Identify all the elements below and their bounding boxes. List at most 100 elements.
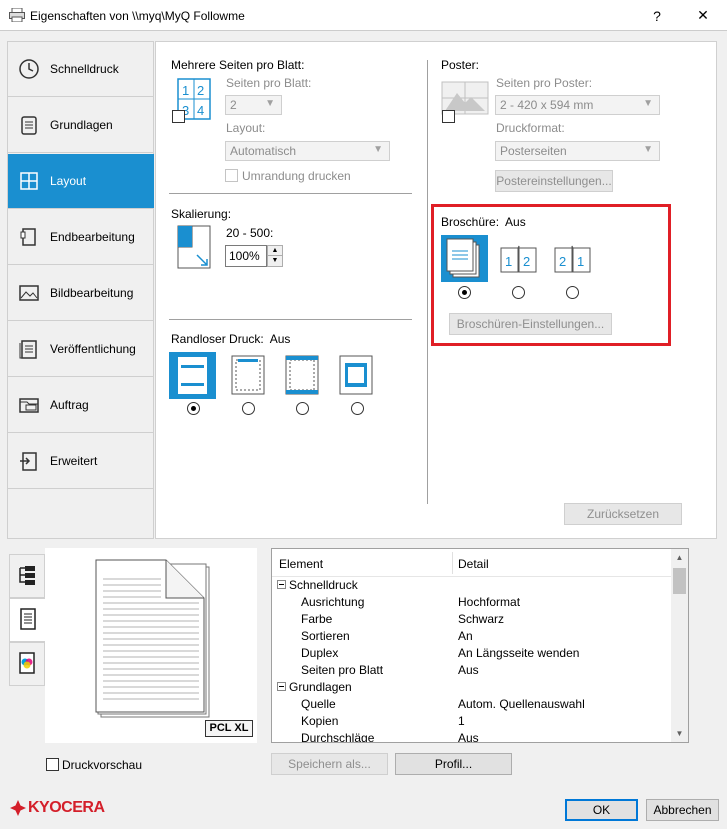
booklet-highlight [431,204,671,346]
sidebar-item-label: Veröffentlichung [50,342,136,356]
title-bar: Eigenschaften von \\myq\MyQ Followme ? ✕ [0,0,727,31]
scaling-title: Skalierung: [171,207,232,221]
sidebar-item-schnelldruck[interactable]: Schnelldruck [8,42,154,97]
page-preview: PCL XL [45,548,257,743]
scaling-icon [177,225,213,272]
close-button[interactable]: ✕ [680,0,726,31]
sidebar-item-label: Layout [50,174,87,188]
color-icon [19,651,35,677]
sidebar-item-label: Endbearbeitung [50,230,135,244]
table-row: Quelle Autom. Quellenauswahl [301,697,585,711]
sidebar-item-auftrag[interactable]: Auftrag [8,378,154,433]
borderless-radio-4[interactable] [351,402,364,415]
brand-name: KYOCERA [28,799,105,816]
sidebar-item-veroeffentlichung[interactable]: Veröffentlichung [8,322,154,377]
multi-page-checkbox[interactable] [172,110,185,123]
table-row: Ausrichtung Hochformat [301,595,521,609]
sidebar-item-endbearbeitung[interactable]: Endbearbeitung [8,210,154,265]
sidebar: Schnelldruck Grundlagen Layout Endbearbe… [7,41,154,539]
table-row: Farbe Schwarz [301,612,505,626]
borderless-option-4[interactable] [339,355,373,395]
sidebar-item-layout[interactable]: Layout [8,154,154,209]
tree-icon [17,564,37,589]
borderless-option-3[interactable] [285,355,319,395]
publication-icon [18,338,40,360]
borderless-option-2[interactable] [231,355,265,395]
layout-label: Layout: [226,121,266,135]
staple-icon [18,226,40,248]
print-preview-label: Druckvorschau [62,758,143,772]
borderless-radio-1[interactable] [187,402,200,415]
column-element[interactable]: Element [279,557,323,571]
poster-settings-button[interactable]: Postereinstellungen... [495,170,613,192]
sidebar-item-bildbearbeitung[interactable]: Bildbearbeitung [8,266,154,321]
help-button[interactable]: ? [634,0,680,31]
job-icon [18,394,40,416]
tab-color[interactable] [9,642,45,686]
sidebar-item-label: Grundlagen [50,118,113,132]
svg-text:1: 1 [182,83,189,98]
pages-per-sheet-select[interactable]: 2 ▼ [225,95,282,115]
table-row: Durchschläge Aus [301,731,479,743]
tab-summary-tree[interactable] [9,554,45,598]
summary-scrollbar[interactable]: ▲ ▼ [671,549,688,742]
svg-text:4: 4 [197,103,204,118]
table-row: Seiten pro Blatt Aus [301,663,479,677]
profile-button[interactable]: Profil... [395,753,512,775]
poster-checkbox[interactable] [442,110,455,123]
collapse-icon[interactable] [277,580,286,589]
scroll-down-icon[interactable]: ▼ [671,725,688,742]
summary-header: Element Detail [272,549,672,577]
poster-pages-label: Seiten pro Poster: [496,76,593,90]
borderless-radio-2[interactable] [242,402,255,415]
layout-select[interactable]: Automatisch ▼ [225,141,390,161]
save-as-button[interactable]: Speichern als... [271,753,388,775]
table-row: Kopien 1 [301,714,465,728]
multi-page-title: Mehrere Seiten pro Blatt: [171,58,305,72]
collapse-icon[interactable] [277,682,286,691]
borderless-title: Randloser Druck: Aus [171,332,291,346]
settings-summary: Element Detail Schnelldruck Ausrichtung H… [271,548,689,743]
scroll-thumb[interactable] [673,568,686,594]
divider [169,193,412,194]
svg-text:2: 2 [197,83,204,98]
kyocera-logo-icon [10,800,26,819]
window-title: Eigenschaften von \\myq\MyQ Followme [30,9,245,23]
sidebar-item-label: Schnelldruck [50,62,119,76]
pcl-badge: PCL XL [205,720,253,737]
border-label: Umrandung drucken [242,169,351,183]
borderless-radio-3[interactable] [296,402,309,415]
sidebar-item-erweitert[interactable]: Erweitert [8,434,154,489]
preview-tabs [9,548,45,688]
border-checkbox[interactable] [225,169,238,182]
print-format-select[interactable]: Posterseiten ▼ [495,141,660,161]
scroll-up-icon[interactable]: ▲ [671,549,688,566]
clock-icon [18,58,40,80]
preview-document-icon [95,559,211,722]
reset-button[interactable]: Zurücksetzen [564,503,682,525]
sidebar-item-label: Erweitert [50,454,98,468]
scaling-stepper[interactable]: ▲ ▼ [267,245,283,267]
tree-group[interactable]: Schnelldruck [272,577,672,594]
scaling-input[interactable]: 100% [225,245,267,267]
borderless-option-1[interactable] [169,352,216,399]
vertical-divider [427,60,428,504]
table-row: Duplex An Längsseite wenden [301,646,580,660]
print-format-label: Druckformat: [496,121,565,135]
poster-pages-select[interactable]: 2 - 420 x 594 mm ▼ [495,95,660,115]
poster-title: Poster: [441,58,480,72]
print-preview-checkbox[interactable] [46,758,59,771]
printer-icon [9,7,25,25]
scaling-range-label: 20 - 500: [226,226,274,240]
cancel-button[interactable]: Abbrechen [646,799,719,821]
tree-group[interactable]: Grundlagen [272,679,672,696]
tab-page-preview[interactable] [9,598,45,642]
layout-grid-icon [18,170,40,192]
image-icon [18,282,40,304]
document-icon [18,114,40,136]
column-detail[interactable]: Detail [458,557,489,571]
sidebar-item-label: Bildbearbeitung [50,286,134,300]
ok-button[interactable]: OK [565,799,638,821]
sidebar-item-grundlagen[interactable]: Grundlagen [8,98,154,153]
advanced-icon [18,450,40,472]
